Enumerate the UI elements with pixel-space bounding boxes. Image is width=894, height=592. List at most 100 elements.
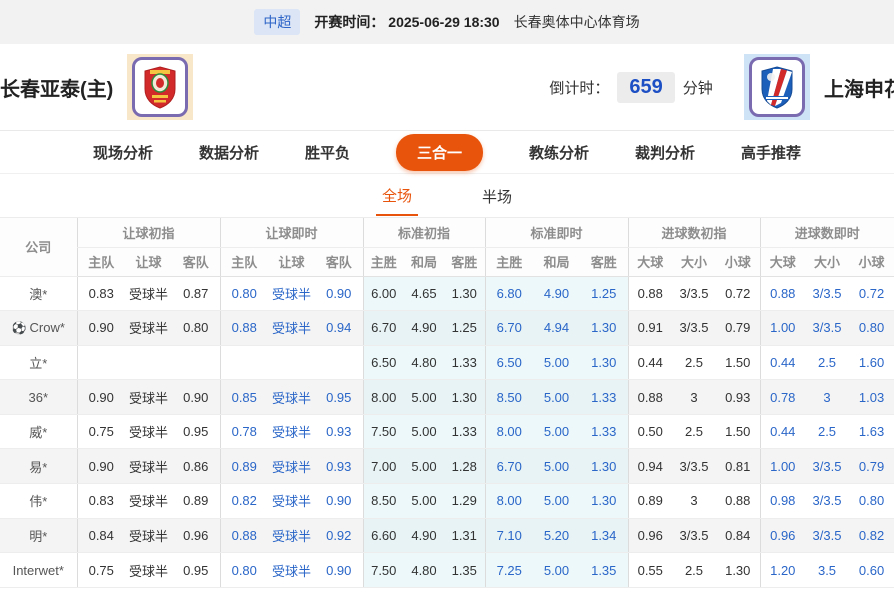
odds-cell: 8.00 (484, 414, 533, 450)
odds-cell: 5.00 (533, 414, 580, 450)
odds-cell: 1.60 (849, 345, 894, 381)
odds-cell: 1.00 (759, 448, 806, 485)
table-row: 伟* 0.83 受球半 0.89 0.82 受球半 0.90 8.50 5.00 1.29 8.00… (0, 483, 894, 519)
odds-table-head: 公司 让球初指 让球即时 标准初指 标准即时 进球数初指 进球数即时 主队 让球 客队 主队 让球 客队… (0, 218, 894, 277)
away-team-name: 上海申花 (824, 78, 894, 101)
odds-cell: 1.30 (580, 448, 628, 485)
odds-cell: 2.5 (672, 345, 716, 381)
odds-cell: 1.30 (444, 379, 485, 415)
odds-cell: 1.20 (759, 552, 806, 588)
odds-cell: 6.80 (484, 276, 533, 312)
odds-cell: 0.89 (627, 483, 672, 519)
sub-header-9: 客胜 (444, 247, 485, 277)
group-header-5: 进球数初指 (627, 218, 761, 248)
countdown-unit: 分钟 (682, 79, 713, 97)
nav-tab-5[interactable]: 教练分析 (529, 142, 589, 163)
odds-cell: 7.10 (484, 518, 533, 554)
odds-cell: 受球半 (125, 276, 172, 312)
subtab-2[interactable]: 半场 (476, 176, 518, 215)
odds-cell: 6.60 (362, 518, 404, 554)
odds-cell: 0.78 (219, 414, 268, 450)
odds-cell: 0.79 (849, 448, 894, 485)
odds-cell: 1.30 (716, 552, 761, 588)
odds-cell: 8.50 (362, 483, 404, 519)
odds-cell: 1.34 (580, 518, 628, 554)
company-name: 36* (0, 379, 77, 415)
odds-cell: 受球半 (268, 310, 315, 346)
match-header: 长春亚泰(主) 倒计时： 659 分钟 上海申 (0, 44, 894, 130)
odds-cell: 0.88 (627, 379, 672, 415)
odds-cell: 0.78 (759, 379, 806, 415)
odds-cell (219, 345, 268, 381)
odds-cell: 2.5 (672, 552, 716, 588)
odds-cell: 6.70 (484, 310, 533, 346)
sub-header-5: 让球 (268, 247, 315, 277)
sub-header-3: 客队 (172, 247, 220, 277)
odds-cell: 1.03 (849, 379, 894, 415)
nav-tab-4[interactable]: 三合一 (395, 133, 483, 171)
odds-cell: 0.88 (219, 518, 268, 554)
sub-header-8: 和局 (404, 247, 444, 277)
odds-cell: 0.90 (172, 379, 220, 415)
odds-cell: 6.50 (362, 345, 404, 381)
odds-cell: 3 (672, 379, 716, 415)
odds-cell: 4.90 (404, 310, 444, 346)
company-name: 易* (0, 448, 77, 485)
sub-header-14: 大小 (672, 247, 716, 277)
table-row: 威* 0.75 受球半 0.95 0.78 受球半 0.93 7.50 5.00 1.33 8.00… (0, 414, 894, 450)
odds-cell: 1.25 (444, 310, 485, 346)
home-crest-icon (144, 66, 176, 109)
odds-cell: 0.82 (849, 518, 894, 554)
odds-cell: 6.70 (362, 310, 404, 346)
odds-cell: 0.44 (627, 345, 672, 381)
odds-cell (172, 345, 220, 381)
odds-cell: 1.63 (849, 414, 894, 450)
sub-header-13: 大球 (627, 247, 672, 277)
table-row: 澳* 0.83 受球半 0.87 0.80 受球半 0.90 6.00 4.65 1.30 6.80… (0, 276, 894, 312)
sub-header-18: 小球 (849, 247, 894, 277)
company-name: ⚽ Crow* (0, 310, 77, 346)
sub-header-15: 小球 (716, 247, 761, 277)
odds-cell: 受球半 (125, 310, 172, 346)
odds-cell (315, 345, 363, 381)
odds-cell (125, 345, 172, 381)
odds-cell: 4.65 (404, 276, 444, 312)
odds-cell: 0.79 (716, 310, 761, 346)
odds-cell: 受球半 (268, 518, 315, 554)
away-team-logo (744, 54, 810, 120)
odds-cell: 2.5 (805, 414, 850, 450)
odds-cell: 0.72 (716, 276, 761, 312)
nav-tab-7[interactable]: 高手推荐 (741, 142, 801, 163)
odds-table-body: 澳* 0.83 受球半 0.87 0.80 受球半 0.90 6.00 4.65 1.30 6.80… (0, 276, 894, 588)
odds-cell: 1.50 (716, 345, 761, 381)
nav-tab-2[interactable]: 数据分析 (199, 142, 259, 163)
odds-cell: 1.33 (444, 414, 485, 450)
odds-cell: 0.94 (627, 448, 672, 485)
countdown: 倒计时： 659 分钟 (549, 71, 713, 103)
odds-cell: 0.96 (759, 518, 806, 554)
subtab-1[interactable]: 全场 (375, 175, 418, 216)
nav-tab-3[interactable]: 胜平负 (305, 142, 350, 163)
odds-cell: 0.98 (759, 483, 806, 519)
nav-tab-6[interactable]: 裁判分析 (635, 142, 695, 163)
odds-cell: 0.89 (172, 483, 220, 519)
odds-cell: 1.31 (444, 518, 485, 554)
odds-cell: 0.88 (627, 276, 672, 312)
odds-cell: 受球半 (268, 276, 315, 312)
odds-cell: 受球半 (268, 483, 315, 519)
odds-cell: 受球半 (125, 448, 172, 485)
odds-cell: 0.88 (759, 276, 806, 312)
odds-cell: 0.94 (315, 310, 363, 346)
sub-header-12: 客胜 (580, 247, 628, 277)
sub-header-11: 和局 (533, 247, 580, 277)
odds-cell: 0.95 (172, 414, 220, 450)
table-row: Interwet* 0.75 受球半 0.95 0.80 受球半 0.90 7.50 4.80 1… (0, 552, 894, 588)
nav-tab-1[interactable]: 现场分析 (93, 142, 153, 163)
odds-cell: 0.80 (849, 483, 894, 519)
sub-header-4: 主队 (219, 247, 268, 277)
odds-cell: 1.30 (580, 483, 628, 519)
odds-cell: 0.90 (76, 379, 125, 415)
table-row: 易* 0.90 受球半 0.86 0.89 受球半 0.93 7.00 5.00 1.28 6.70… (0, 448, 894, 485)
odds-cell: 0.80 (219, 552, 268, 588)
odds-cell (76, 345, 125, 381)
